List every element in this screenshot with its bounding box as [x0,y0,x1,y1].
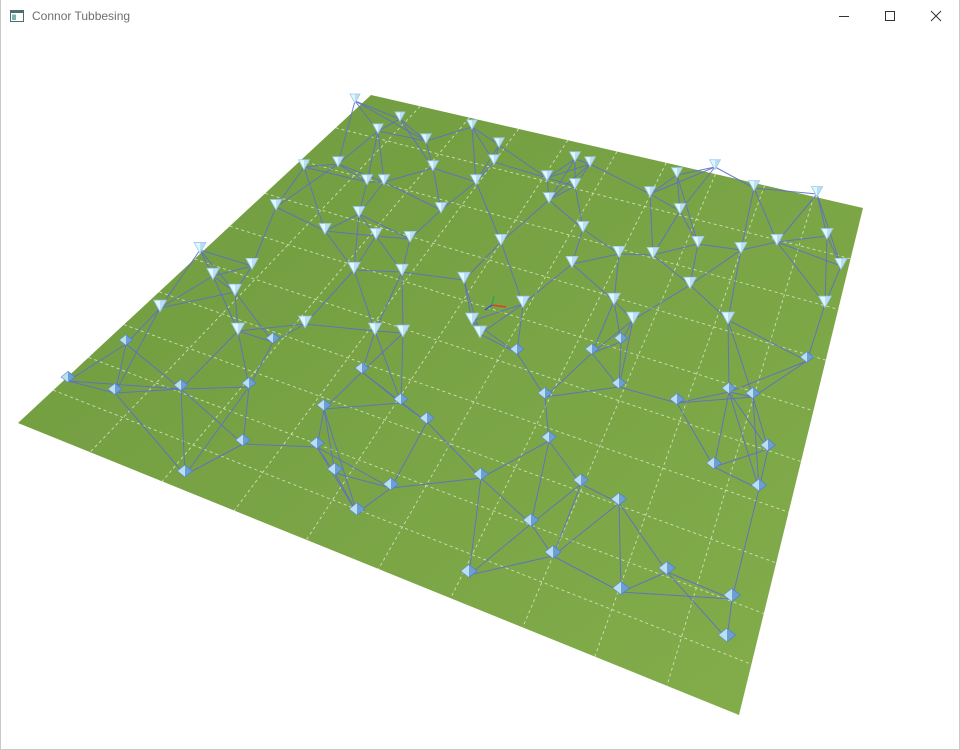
ground-surface [18,95,863,715]
ground-plane [18,95,863,715]
scene-canvas[interactable] [1,31,959,749]
maximize-icon [885,10,895,21]
minimize-button[interactable] [821,0,867,31]
caption-buttons [821,0,959,31]
app-window-icon [9,8,25,24]
close-button[interactable] [913,0,959,31]
title-bar[interactable]: Connor Tubbesing [1,0,959,31]
close-icon [930,10,942,21]
3d-viewport[interactable] [1,31,959,749]
window-title: Connor Tubbesing [32,8,131,23]
network-node [349,93,361,104]
network-node [810,186,824,198]
app-window: Connor Tubbesing [0,0,960,750]
minimize-icon [839,15,849,17]
maximize-button[interactable] [867,0,913,31]
